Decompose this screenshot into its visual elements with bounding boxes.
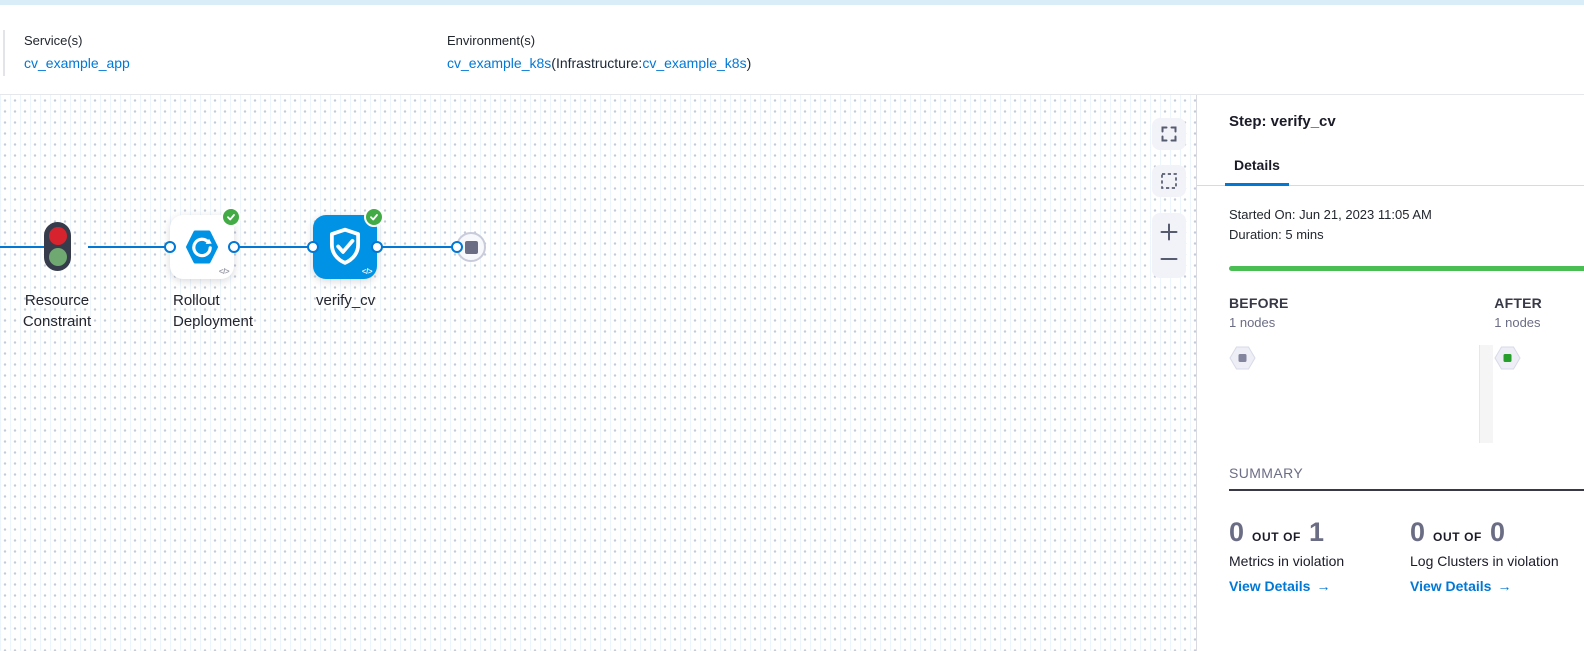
left-edge-divider <box>3 30 5 76</box>
zoom-out-button[interactable] <box>1152 250 1186 268</box>
node-resource-constraint[interactable] <box>44 222 71 271</box>
environment-value: cv_example_k8s(Infrastructure:cv_example… <box>447 55 751 71</box>
port-rollout-in <box>164 241 176 253</box>
infrastructure-link[interactable]: cv_example_k8s <box>642 55 746 71</box>
tab-details[interactable]: Details <box>1225 157 1289 186</box>
code-icon: </> <box>362 267 372 276</box>
before-after-scrollbar[interactable] <box>1479 345 1493 443</box>
zoom-in-button[interactable] <box>1152 223 1186 241</box>
duration-text: Duration: 5 mins <box>1229 225 1552 245</box>
node-label-verify-cv: verify_cv <box>316 290 436 311</box>
zoom-controls <box>1152 213 1186 278</box>
arrow-right-icon: → <box>1497 578 1511 594</box>
infrastructure-suffix: ) <box>747 55 752 71</box>
execution-page: Service(s) cv_example_app Environment(s)… <box>0 0 1584 651</box>
rollout-deployment-icon <box>182 227 222 267</box>
log-clusters-violation-description: Log Clusters in violation <box>1410 553 1559 569</box>
metrics-total-count: 1 <box>1309 517 1324 548</box>
edge-rollout-to-verify <box>234 246 313 248</box>
success-badge-icon <box>364 207 384 227</box>
metrics-violation-stat: 0 OUT OF 1 Metrics in violation View Det… <box>1229 517 1410 596</box>
selection-box-icon <box>1160 172 1178 190</box>
log-clusters-violation-count: 0 <box>1410 517 1425 548</box>
log-clusters-violation-stat: 0 OUT OF 0 Log Clusters in violation Vie… <box>1410 517 1559 596</box>
log-clusters-view-details-link[interactable]: View Details→ <box>1410 578 1511 594</box>
node-label-resource-constraint: Resource Constraint <box>0 290 114 332</box>
out-of-label: OUT OF <box>1433 530 1482 544</box>
edge-incoming <box>0 246 46 248</box>
code-icon: </> <box>219 267 229 276</box>
verification-progress-bar <box>1229 266 1584 271</box>
traffic-light-green-icon <box>49 248 67 266</box>
before-node-count: 1 nodes <box>1229 315 1478 330</box>
summary-label: SUMMARY <box>1229 465 1584 481</box>
shield-check-icon <box>324 226 366 268</box>
stop-square-icon <box>465 241 478 254</box>
minus-icon <box>1160 250 1178 268</box>
traffic-light-red-icon <box>49 227 67 245</box>
metrics-violation-count: 0 <box>1229 517 1244 548</box>
environment-link[interactable]: cv_example_k8s <box>447 55 551 71</box>
port-verify-out <box>371 241 383 253</box>
metrics-view-details-link[interactable]: View Details→ <box>1229 578 1330 594</box>
arrow-right-icon: → <box>1316 578 1330 594</box>
service-label: Service(s) <box>24 33 447 48</box>
pipeline-canvas[interactable]: </> </> <box>0 95 1196 651</box>
edge-verify-to-end <box>377 246 458 248</box>
step-title: Step: verify_cv <box>1197 95 1584 130</box>
environment-label: Environment(s) <box>447 33 751 48</box>
main-content: </> </> <box>0 95 1584 651</box>
plus-icon <box>1160 223 1178 241</box>
step-details-panel: Step: verify_cv Details Started On: Jun … <box>1196 95 1584 651</box>
execution-context-header: Service(s) cv_example_app Environment(s)… <box>0 5 1584 95</box>
node-label-rollout-deployment: Rollout Deployment <box>173 290 293 332</box>
success-badge-icon <box>221 207 241 227</box>
port-end-in <box>451 241 463 253</box>
before-after-section: BEFORE 1 nodes AFTER 1 nodes <box>1229 295 1584 465</box>
log-clusters-total-count: 0 <box>1490 517 1505 548</box>
after-column: AFTER 1 nodes <box>1494 295 1584 465</box>
out-of-label: OUT OF <box>1252 530 1301 544</box>
started-on-text: Started On: Jun 21, 2023 11:05 AM <box>1229 205 1552 225</box>
panel-tabs: Details <box>1197 157 1584 186</box>
after-node-count: 1 nodes <box>1494 315 1584 330</box>
after-label: AFTER <box>1494 295 1584 311</box>
summary-divider <box>1229 489 1584 491</box>
environment-section: Environment(s) cv_example_k8s(Infrastruc… <box>447 5 751 94</box>
fullscreen-icon <box>1161 126 1177 142</box>
before-label: BEFORE <box>1229 295 1478 311</box>
before-node-hexagon[interactable] <box>1229 346 1256 375</box>
metrics-violation-description: Metrics in violation <box>1229 553 1410 569</box>
service-section: Service(s) cv_example_app <box>24 5 447 94</box>
fullscreen-button[interactable] <box>1152 118 1186 150</box>
after-node-hexagon[interactable] <box>1494 346 1521 375</box>
step-meta: Started On: Jun 21, 2023 11:05 AM Durati… <box>1229 205 1552 245</box>
port-rollout-out <box>228 241 240 253</box>
selection-mode-button[interactable] <box>1152 165 1186 197</box>
port-verify-in <box>307 241 319 253</box>
before-column: BEFORE 1 nodes <box>1229 295 1478 465</box>
edge-constraint-to-rollout <box>88 246 170 248</box>
summary-stats: 0 OUT OF 1 Metrics in violation View Det… <box>1229 517 1584 596</box>
infrastructure-prefix: (Infrastructure: <box>551 55 642 71</box>
service-link[interactable]: cv_example_app <box>24 55 130 71</box>
